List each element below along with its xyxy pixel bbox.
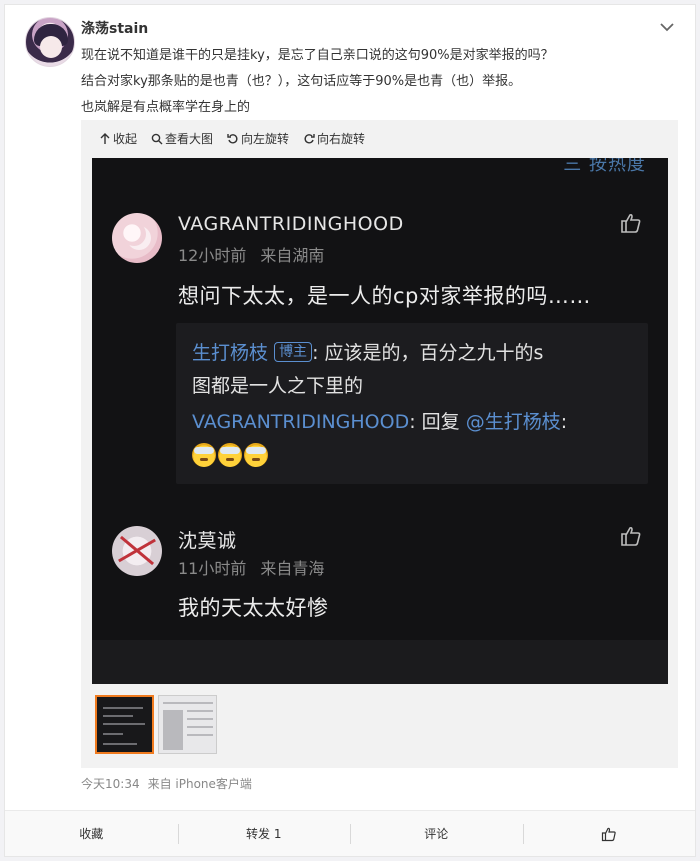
expanded-image[interactable]: 三 按热度 VAGRANTRIDINGHOOD 12小时前 来自湖南 想问下太太，… [92, 158, 668, 684]
like-button[interactable] [522, 811, 696, 856]
rotate-left-label: 向左旋转 [241, 132, 290, 146]
thumbnail[interactable] [158, 695, 217, 754]
view-large-button[interactable]: 查看大图 [151, 130, 213, 147]
thumb-line [103, 743, 137, 745]
thumb-line [103, 723, 145, 725]
thumb-line [187, 718, 213, 720]
thumb-line [187, 710, 213, 712]
reply-text: : 应该是的，百分之九十的s [312, 342, 544, 364]
commenter-name: VAGRANTRIDINGHOOD [178, 213, 404, 235]
reply-text-cont: 图都是一人之下里的 [192, 375, 364, 397]
comment-meta: 11小时前 来自青海 [178, 555, 324, 579]
reply-mention: @生打杨枝 [465, 411, 561, 433]
search-icon [151, 133, 163, 144]
thumb-line [103, 733, 123, 735]
post-source: 来自 iPhone客户端 [147, 777, 252, 791]
media-toolbar: 收起 查看大图 向左旋转 向右旋转 [99, 130, 365, 147]
chevron-down-icon[interactable] [659, 19, 675, 35]
reply-text: : 回复 [409, 411, 466, 433]
rotate-right-icon [304, 133, 315, 144]
comment-location: 来自湖南 [260, 246, 325, 265]
blogger-badge: 博主 [274, 342, 313, 362]
thumbs-up-icon [621, 213, 641, 233]
sort-by-hot-label: 三 按热度 [563, 158, 646, 175]
thumbs-up-icon [621, 526, 641, 546]
commenter-name: 沈莫诚 [178, 530, 237, 552]
arrow-up-icon [100, 132, 110, 144]
thumb-line [103, 707, 143, 709]
reply-item: VAGRANTRIDINGHOOD: 回复 @生打杨枝: [192, 406, 632, 439]
collapse-button[interactable]: 收起 [99, 130, 137, 147]
comment-meta: 12小时前 来自湖南 [178, 242, 324, 266]
thumb-line [187, 726, 213, 728]
thumbnail-selected[interactable] [95, 695, 154, 754]
comment-location: 来自青海 [260, 559, 325, 578]
comment-body: 我的天太太好惨 [178, 596, 329, 620]
comment-time: 11小时前 [178, 559, 247, 578]
rotate-right-button[interactable]: 向右旋转 [303, 130, 365, 147]
post-text-line: 结合对家ky那条贴的是也青（也？），这句话应等于90%是也青（也）举报。 [81, 74, 522, 89]
thumbnail-strip [95, 695, 217, 754]
view-large-label: 查看大图 [165, 132, 214, 146]
repost-button[interactable]: 转发 1 [177, 811, 351, 856]
commenter-avatar [112, 526, 162, 576]
thumb-line [103, 715, 133, 717]
reply-thread: 生打杨枝 博主: 应该是的，百分之九十的s 图都是一人之下里的 VAGRANTR… [176, 323, 648, 484]
comment-button[interactable]: 评论 [350, 811, 523, 856]
post-text-line: 现在说不知道是谁干的只是挂ky，是忘了自己亲口说的这句90%是对家举报的吗？ [81, 48, 554, 63]
rotate-left-button[interactable]: 向左旋转 [227, 130, 289, 147]
username[interactable]: 涤荡stain [81, 18, 148, 38]
emoji-icon [218, 443, 242, 467]
post-text: 现在说不知道是谁干的只是挂ky，是忘了自己亲口说的这句90%是对家举报的吗？ 结… [81, 43, 681, 121]
emoji-icon [244, 443, 268, 467]
comment-body: 想问下太太，是一人的cp对家举报的吗…… [178, 284, 591, 308]
thumb-block [163, 710, 183, 750]
post-meta: 今天10:34 来自 iPhone客户端 [81, 775, 252, 792]
emoji-row [192, 443, 632, 473]
favorite-button[interactable]: 收藏 [5, 811, 178, 856]
rotate-right-label: 向右旋转 [317, 132, 366, 146]
collapse-label: 收起 [113, 132, 138, 146]
thumb-line [163, 702, 213, 704]
thumbs-up-icon [601, 827, 616, 841]
avatar-face [40, 36, 62, 58]
user-avatar[interactable] [25, 17, 75, 67]
moon-icon [122, 222, 146, 246]
reply-author: VAGRANTRIDINGHOOD [192, 411, 410, 433]
emoji-icon [192, 443, 216, 467]
post-time[interactable]: 今天10:34 [81, 777, 140, 791]
comment-time: 12小时前 [178, 246, 247, 265]
weibo-post-card: 涤荡stain 现在说不知道是谁干的只是挂ky，是忘了自己亲口说的这句90%是对… [4, 4, 696, 857]
commenter-avatar [112, 213, 162, 263]
post-actions: 收藏 转发 1 评论 [5, 810, 695, 856]
thumb-line [187, 734, 213, 736]
screenshot-bottom-bar [92, 640, 668, 684]
reply-author: 生打杨枝 [192, 342, 269, 364]
rotate-left-icon [227, 133, 238, 144]
reply-colon: : [560, 411, 568, 433]
media-viewer: 收起 查看大图 向左旋转 向右旋转 三 按热度 VAGRANTRIDINGHOO… [81, 120, 678, 768]
post-text-line: 也岚解是有点概率学在身上的 [81, 100, 251, 115]
reply-item: 生打杨枝 博主: 应该是的，百分之九十的s [192, 337, 632, 370]
